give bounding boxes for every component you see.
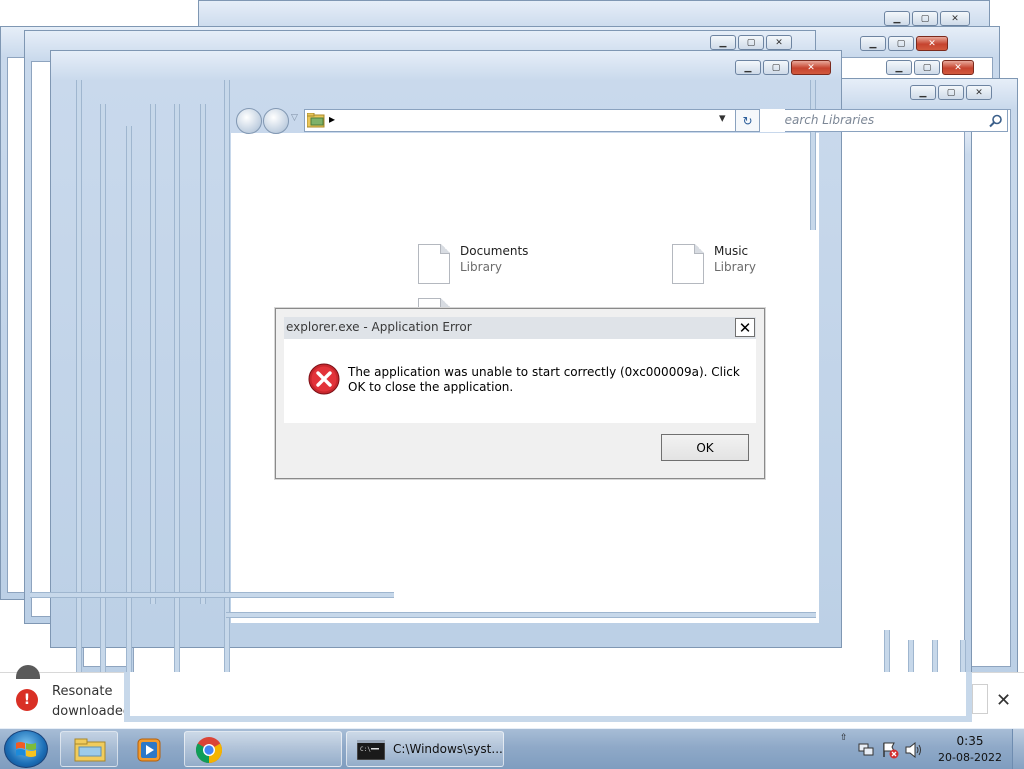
error-icon [308, 363, 340, 395]
minimize-button[interactable]: ▁ [910, 85, 936, 100]
library-type: Library [714, 260, 756, 274]
document-icon [418, 244, 450, 284]
ok-button[interactable]: OK [661, 434, 749, 461]
command-prompt-icon: C:\ [357, 740, 385, 760]
ghost-caption-buttons-3[interactable]: ▁ ▢ ✕ [910, 85, 992, 100]
notification-badge [16, 665, 40, 679]
frame-artifact [150, 104, 156, 604]
frame-artifact [126, 126, 132, 716]
ghost-caption-buttons-1[interactable]: ▁ ▢ ✕ [860, 36, 948, 51]
volume-icon[interactable] [905, 742, 923, 758]
close-button[interactable]: ✕ [966, 85, 992, 100]
notification-overlap-bottom [124, 716, 972, 722]
recent-pages-dropdown-icon[interactable]: ▽ [291, 113, 298, 123]
application-error-dialog: explorer.exe - Application Error ✕ The a… [275, 308, 765, 479]
windows-logo-icon [16, 742, 36, 757]
frame-artifact [174, 104, 180, 716]
taskbar-cmd[interactable]: C:\ C:\Windows\syst... [346, 731, 504, 767]
refresh-button[interactable]: ↻ [735, 109, 760, 132]
dialog-close-button[interactable]: ✕ [735, 318, 755, 337]
library-item-documents[interactable]: Documents Library [418, 244, 528, 284]
minimize-button[interactable]: ▁ [710, 35, 736, 50]
dialog-message: The application was unable to start corr… [348, 365, 740, 394]
frame-artifact [76, 80, 82, 680]
frame-artifact [224, 80, 230, 676]
library-item-music[interactable]: Music Library [672, 244, 756, 284]
close-button[interactable]: ✕ [766, 35, 792, 50]
maximize-button[interactable]: ▢ [912, 11, 938, 26]
minimize-button[interactable]: ▁ [735, 60, 761, 75]
frame-artifact [226, 612, 816, 618]
close-button[interactable]: ✕ [942, 60, 974, 75]
warning-icon: ! [16, 689, 38, 711]
show-desktop-button[interactable] [1012, 729, 1024, 769]
search-mask [760, 109, 785, 132]
library-type: Library [460, 260, 502, 274]
explorer-caption-buttons[interactable]: ▁ ▢ ✕ [735, 60, 831, 75]
document-icon [672, 244, 704, 284]
search-input[interactable]: Search Libraries [777, 109, 1008, 132]
svg-text:C:\: C:\ [360, 746, 371, 753]
close-button[interactable]: ✕ [791, 60, 831, 75]
notification-line-2: downloaded [52, 704, 132, 719]
maximize-button[interactable]: ▢ [763, 60, 789, 75]
cmd-window-label: C:\Windows\syst... [393, 742, 503, 756]
close-icon: ✕ [738, 318, 752, 337]
action-center-flag-icon[interactable] [881, 741, 899, 759]
ghost-window-back-buttons[interactable]: ▁ ▢ ✕ [884, 11, 970, 26]
frame-artifact [200, 104, 206, 604]
maximize-button[interactable]: ▢ [888, 36, 914, 51]
maximize-button[interactable]: ▢ [914, 60, 940, 75]
ghost-caption-buttons-2[interactable]: ▁ ▢ ✕ [886, 60, 974, 75]
clock-date[interactable]: 20-08-2022 [936, 751, 1004, 764]
search-placeholder: Search Libraries [777, 113, 875, 127]
maximize-button[interactable]: ▢ [738, 35, 764, 50]
taskbar-media-player[interactable] [120, 731, 178, 767]
minimize-button[interactable]: ▁ [860, 36, 886, 51]
library-name: Documents [460, 244, 529, 258]
close-button[interactable]: ✕ [916, 36, 948, 51]
minimize-button[interactable]: ▁ [886, 60, 912, 75]
dialog-body: The application was unable to start corr… [284, 339, 756, 423]
frame-artifact [810, 80, 816, 230]
search-icon[interactable] [989, 114, 1003, 128]
notification-close-icon[interactable]: ✕ [996, 690, 1011, 711]
address-dropdown-icon[interactable]: ▾ [719, 111, 726, 126]
refresh-icon: ↻ [742, 113, 753, 128]
taskbar: C:\ C:\Windows\syst... ⇧ 0:35 20-08-2022 [0, 728, 1024, 769]
close-button[interactable]: ✕ [940, 11, 970, 26]
minimize-button[interactable]: ▁ [884, 11, 910, 26]
media-player-icon [137, 738, 161, 762]
forward-button[interactable] [263, 108, 289, 134]
address-bar[interactable]: ▸ ▾ [304, 109, 760, 132]
maximize-button[interactable]: ▢ [938, 85, 964, 100]
library-name: Music [714, 244, 749, 258]
breadcrumb-arrow-icon[interactable]: ▸ [329, 112, 335, 126]
explorer-folder-icon [74, 738, 106, 762]
notification-side-panel [972, 684, 988, 714]
clock-time[interactable]: 0:35 [940, 734, 1000, 748]
frame-artifact [30, 592, 394, 598]
network-icon[interactable] [858, 743, 874, 757]
back-button[interactable] [236, 108, 262, 134]
ghost-caption-buttons-4[interactable]: ▁ ▢ ✕ [710, 35, 792, 50]
notification-overlap [124, 672, 972, 722]
start-button[interactable] [4, 730, 48, 768]
dialog-title: explorer.exe - Application Error [286, 320, 472, 334]
dialog-title-bar[interactable]: explorer.exe - Application Error [284, 317, 756, 339]
taskbar-explorer[interactable] [60, 731, 118, 767]
chrome-icon [195, 737, 223, 764]
libraries-folder-icon [307, 113, 325, 128]
taskbar-chrome[interactable] [184, 731, 342, 767]
show-hidden-icons[interactable]: ⇧ [840, 733, 848, 743]
notification-line-1: Resonate [52, 684, 113, 699]
